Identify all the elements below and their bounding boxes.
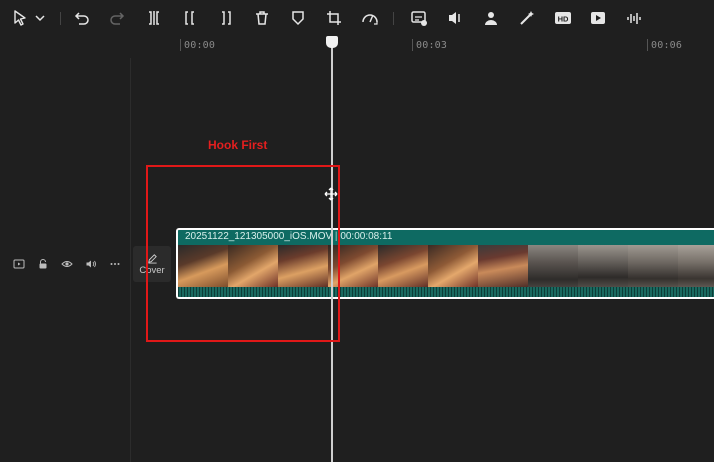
caption-icon[interactable] <box>408 7 430 29</box>
ruler-tick-label: 00:03 <box>411 39 448 51</box>
chevron-down-icon[interactable] <box>33 7 47 29</box>
redo-icon[interactable] <box>106 7 128 29</box>
toolbar-divider <box>393 12 394 25</box>
eye-icon[interactable] <box>59 256 75 272</box>
select-arrow-icon[interactable] <box>9 7 31 29</box>
more-icon[interactable] <box>107 256 123 272</box>
video-track-icon[interactable] <box>11 256 27 272</box>
delete-icon[interactable] <box>251 7 273 29</box>
thumbnail <box>628 245 678 288</box>
hd-label: HD <box>558 15 569 24</box>
speed-icon[interactable] <box>359 7 381 29</box>
playhead-handle[interactable] <box>326 36 338 48</box>
crop-icon[interactable] <box>323 7 345 29</box>
volume-icon[interactable] <box>83 256 99 272</box>
thumbnail <box>678 245 714 288</box>
clip-duration: 00:00:08:11 <box>340 231 393 242</box>
annotation-label: Hook First <box>208 138 268 152</box>
annotation-box <box>146 165 340 342</box>
thumbnail <box>478 245 528 288</box>
audio-icon[interactable] <box>444 7 466 29</box>
undo-icon[interactable] <box>71 7 93 29</box>
lock-icon[interactable] <box>35 256 51 272</box>
thumbnail <box>578 245 628 288</box>
hd-icon[interactable]: HD <box>552 7 574 29</box>
split-icon[interactable] <box>143 7 165 29</box>
thumbnail <box>528 245 578 288</box>
ruler-tick-label: 00:06 <box>646 39 683 51</box>
editor-toolbar: HD <box>0 0 714 36</box>
timeline-ruler[interactable]: 00:00 00:03 00:06 <box>0 36 714 58</box>
toolbar-divider <box>60 12 61 25</box>
ruler-tick-label: 00:00 <box>179 39 216 51</box>
split-right-icon[interactable] <box>215 7 237 29</box>
thumbnail <box>378 245 428 288</box>
magic-icon[interactable] <box>516 7 538 29</box>
person-icon[interactable] <box>480 7 502 29</box>
thumbnail <box>428 245 478 288</box>
mask-icon[interactable] <box>287 7 309 29</box>
play-icon[interactable] <box>588 7 610 29</box>
voice-icon[interactable] <box>624 7 646 29</box>
split-left-icon[interactable] <box>179 7 201 29</box>
